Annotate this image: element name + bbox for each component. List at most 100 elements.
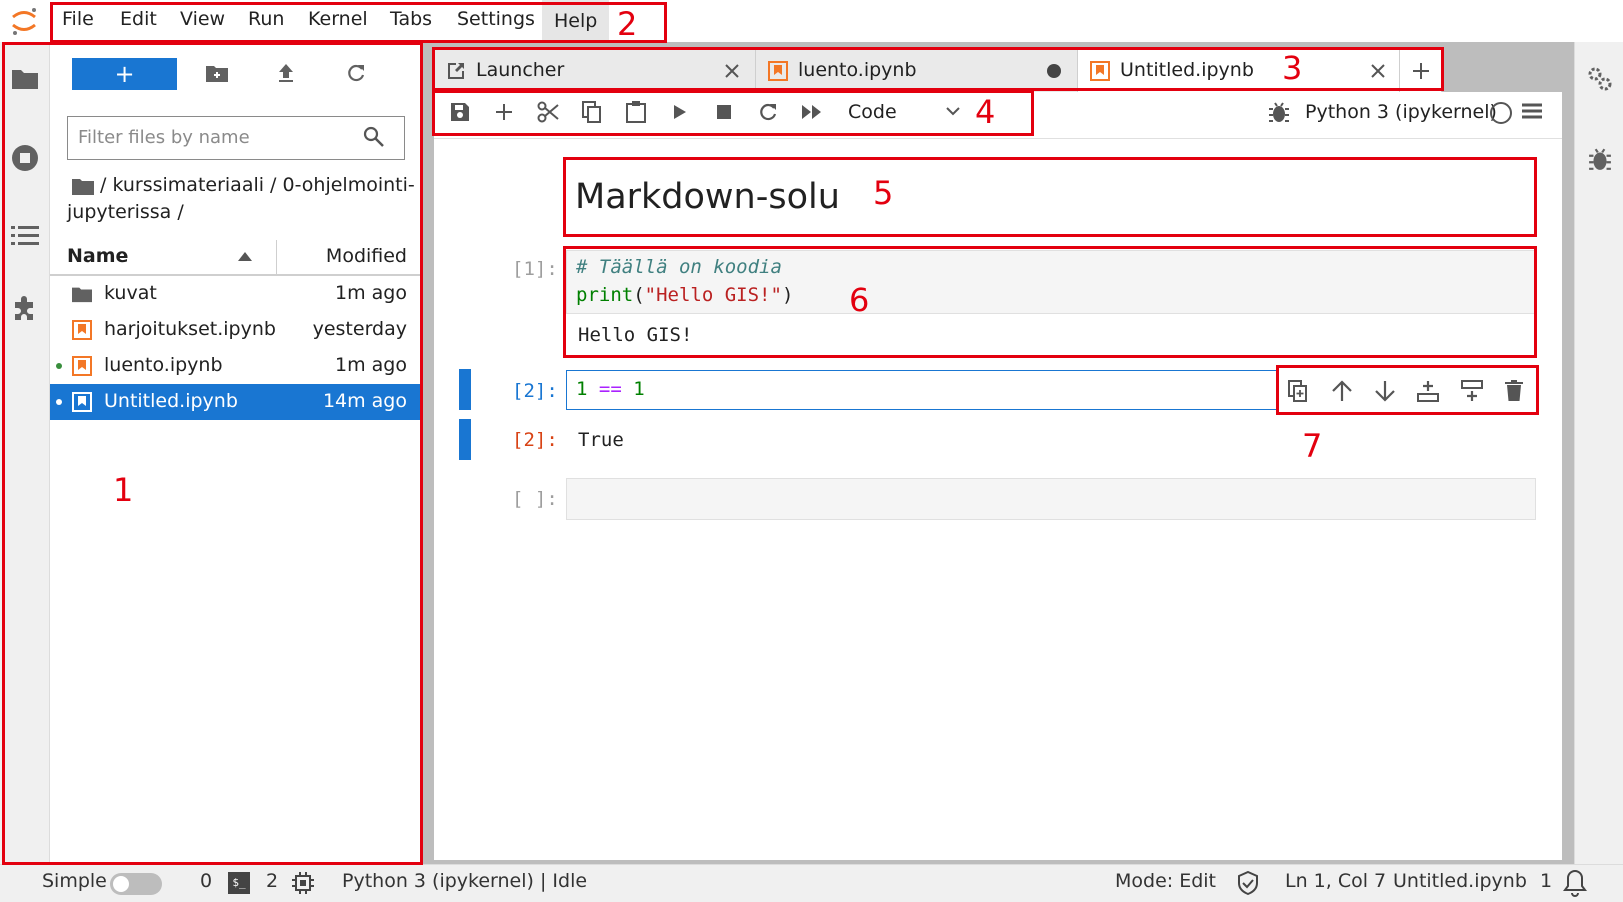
- active-output-indicator[interactable]: [459, 419, 471, 460]
- menu-file[interactable]: File: [62, 8, 94, 30]
- tab-luento[interactable]: luento.ipynb: [756, 50, 1078, 92]
- insert-cell-button[interactable]: [485, 92, 523, 132]
- cell-2-out-prompt: [2]:: [512, 429, 558, 451]
- arrow-up-icon[interactable]: [1331, 380, 1353, 402]
- code-string: "Hello GIS!": [644, 284, 782, 306]
- cell-type-select[interactable]: Code: [840, 92, 960, 132]
- arrow-down-icon[interactable]: [1374, 380, 1396, 402]
- notification-count[interactable]: 1: [1540, 870, 1552, 892]
- current-file[interactable]: Untitled.ipynb: [1393, 870, 1527, 892]
- jupyter-logo-icon: [12, 8, 36, 35]
- menu-icon[interactable]: [1522, 103, 1542, 119]
- cell-toolbar: [1278, 370, 1534, 410]
- paste-button[interactable]: [617, 92, 655, 132]
- running-sessions-icon[interactable]: [11, 144, 39, 172]
- menu-run[interactable]: Run: [248, 8, 284, 30]
- active-cell-indicator[interactable]: [459, 369, 471, 410]
- cut-button[interactable]: [529, 92, 567, 132]
- simple-mode-label: Simple: [42, 870, 107, 892]
- stop-icon: [717, 105, 731, 119]
- tab-untitled[interactable]: Untitled.ipynb: [1078, 50, 1400, 92]
- save-icon: [451, 103, 469, 121]
- kernel-status-icon: [1490, 102, 1512, 124]
- new-folder-icon[interactable]: [206, 64, 228, 82]
- breadcrumb-line1[interactable]: / kurssimateriaali / 0-ohjelmointi-: [100, 174, 415, 196]
- file-row-harjoitukset[interactable]: harjoitukset.ipynb yesterday: [50, 312, 421, 348]
- restart-button[interactable]: [749, 92, 787, 132]
- run-button[interactable]: [661, 92, 699, 132]
- markdown-cell-heading[interactable]: Markdown-solu: [575, 177, 840, 217]
- code-number: 1: [576, 378, 588, 400]
- copy-button[interactable]: [573, 92, 611, 132]
- file-name: harjoitukset.ipynb: [104, 318, 276, 340]
- menu-kernel[interactable]: Kernel: [308, 8, 368, 30]
- file-browser: [50, 42, 422, 864]
- bell-icon[interactable]: [1562, 869, 1588, 897]
- close-icon[interactable]: [1370, 63, 1386, 79]
- cell-2-code: 1 == 1: [576, 378, 645, 400]
- cell-1-comment: # Täällä on koodia: [576, 256, 782, 278]
- trash-icon[interactable]: [1505, 380, 1523, 402]
- file-row-kuvat[interactable]: kuvat 1m ago: [50, 276, 421, 312]
- shield-icon[interactable]: [1238, 871, 1258, 895]
- menu-edit[interactable]: Edit: [120, 8, 157, 30]
- new-launcher-button[interactable]: +: [72, 58, 177, 90]
- scissors-icon: [537, 101, 559, 123]
- file-row-luento[interactable]: luento.ipynb 1m ago: [50, 348, 421, 384]
- mode-indicator[interactable]: Mode: Edit: [1115, 870, 1216, 892]
- folder-icon[interactable]: [12, 67, 38, 89]
- cell-3-input[interactable]: [566, 478, 1536, 520]
- search-icon: [363, 126, 384, 147]
- cursor-position[interactable]: Ln 1, Col 7: [1285, 870, 1386, 892]
- interrupt-button[interactable]: [705, 92, 743, 132]
- file-row-untitled[interactable]: Untitled.ipynb 14m ago: [50, 384, 421, 420]
- close-icon[interactable]: [724, 63, 740, 79]
- kernel-name[interactable]: Python 3 (ipykernel): [1305, 101, 1497, 123]
- debugger-icon[interactable]: [1589, 147, 1611, 171]
- duplicate-icon[interactable]: [1288, 380, 1308, 402]
- terminal-count[interactable]: 0: [200, 870, 212, 892]
- kernel-status[interactable]: Python 3 (ipykernel) | Idle: [342, 870, 587, 892]
- column-modified-header[interactable]: Modified: [326, 245, 407, 267]
- menu-tabs[interactable]: Tabs: [390, 8, 432, 30]
- menu-help[interactable]: Help: [542, 0, 610, 42]
- fast-forward-icon: [802, 105, 821, 119]
- cell-type-value: Code: [848, 101, 897, 123]
- breadcrumb-folder-icon[interactable]: [72, 177, 94, 195]
- cell-1-output: Hello GIS!: [578, 324, 693, 346]
- file-name: Untitled.ipynb: [104, 390, 238, 412]
- insert-below-icon[interactable]: [1461, 380, 1483, 402]
- code-number: 1: [633, 378, 645, 400]
- file-modified: 14m ago: [322, 390, 407, 412]
- annotation-label-7: 7: [1302, 427, 1323, 465]
- table-of-contents-icon[interactable]: [11, 224, 39, 246]
- refresh-icon[interactable]: [346, 63, 366, 83]
- tab-launcher[interactable]: Launcher: [434, 50, 756, 92]
- debugger-icon[interactable]: [1269, 101, 1289, 123]
- menu-settings[interactable]: Settings: [457, 8, 535, 30]
- file-name: kuvat: [104, 282, 157, 304]
- restart-run-all-button[interactable]: [793, 92, 831, 132]
- launcher-icon: [448, 63, 464, 79]
- refresh-icon: [760, 103, 777, 121]
- cell-2-prompt: [2]:: [512, 380, 558, 402]
- column-name-header[interactable]: Name: [67, 245, 128, 267]
- upload-icon[interactable]: [277, 63, 295, 83]
- filter-input[interactable]: Filter files by name: [67, 116, 405, 160]
- save-button[interactable]: [441, 92, 479, 132]
- play-icon: [674, 105, 686, 119]
- unsaved-dot-icon[interactable]: [1047, 64, 1061, 78]
- kernel-count[interactable]: 2: [266, 870, 278, 892]
- simple-mode-toggle[interactable]: [110, 873, 162, 895]
- running-indicator: [56, 399, 62, 405]
- property-inspector-icon[interactable]: [1587, 66, 1613, 92]
- menu-view[interactable]: View: [180, 8, 225, 30]
- insert-above-icon[interactable]: [1417, 380, 1439, 402]
- plus-icon: [496, 104, 512, 120]
- running-indicator: [56, 363, 62, 369]
- breadcrumb-line2[interactable]: jupyterissa /: [67, 201, 184, 223]
- chevron-down-icon: [946, 107, 960, 116]
- tab-label: Untitled.ipynb: [1120, 59, 1254, 81]
- new-tab-button[interactable]: [1400, 50, 1442, 92]
- extension-manager-icon[interactable]: [11, 294, 39, 322]
